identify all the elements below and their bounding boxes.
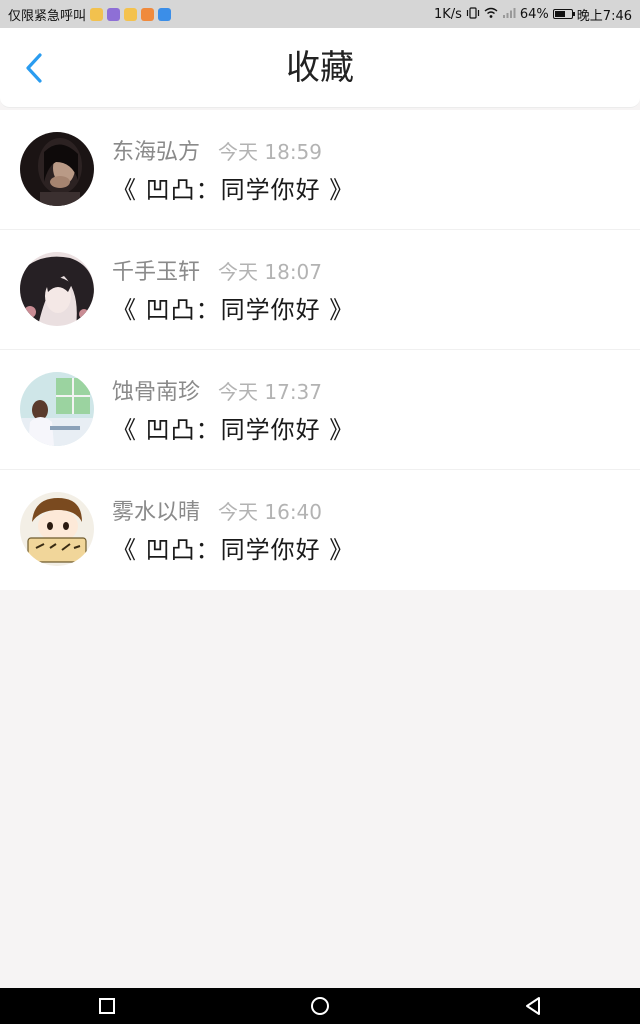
video-notification-icon [141, 7, 155, 21]
avatar[interactable] [20, 492, 94, 566]
post-time: 今天 18:07 [218, 260, 323, 284]
circle-home-icon [310, 997, 329, 1015]
item-meta: 雾水以晴 今天 16:40 [112, 494, 322, 526]
user-name: 蚀骨南珍 [112, 380, 201, 405]
cartoon-boy-avatar [20, 492, 94, 566]
item-meta: 蚀骨南珍 今天 17:37 [112, 374, 322, 406]
post-time: 今天 18:59 [218, 140, 323, 164]
carrier-text: 仅限紧急呼叫 [8, 8, 87, 24]
dark-portrait-avatar [20, 132, 94, 206]
battery-percent: 64% [519, 6, 549, 22]
browser-notification-icon [158, 7, 172, 21]
avatar[interactable] [20, 372, 94, 446]
status-right: 1K/s 64% 晚上7:46 [434, 5, 632, 24]
chat-notification-icon [90, 7, 104, 21]
wifi-icon [484, 7, 498, 21]
nav-back-button[interactable] [458, 988, 608, 1024]
post-title[interactable]: 《 凹凸：同学你好 》 [112, 170, 354, 205]
list-item[interactable]: 雾水以晴 今天 16:40 《 凹凸：同学你好 》 [0, 470, 640, 590]
window-scene-avatar [20, 372, 94, 446]
avatar[interactable] [20, 132, 94, 206]
post-time: 今天 16:40 [218, 500, 323, 524]
status-bar: 仅限紧急呼叫 1K/s 64% 晚上7:46 [0, 0, 640, 28]
post-time: 今天 17:37 [218, 380, 323, 404]
list-item[interactable]: 千手玉轩 今天 18:07 《 凹凸：同学你好 》 [0, 230, 640, 350]
system-nav-bar [0, 988, 640, 1024]
post-title[interactable]: 《 凹凸：同学你好 》 [112, 530, 354, 565]
net-speed: 1K/s [433, 6, 462, 22]
recent-apps-button[interactable] [32, 988, 182, 1024]
favorites-list: 东海弘方 今天 18:59 《 凹凸：同学你好 》 千手玉轩 今天 18:07 … [0, 110, 640, 590]
signal-icon [502, 7, 516, 21]
status-left: 仅限紧急呼叫 [8, 5, 172, 24]
avatar[interactable] [20, 252, 94, 326]
square-recent-apps-icon [98, 998, 115, 1014]
header: 收藏 [0, 28, 640, 108]
clock: 晚上7:46 [576, 8, 632, 24]
user-name: 东海弘方 [112, 140, 201, 165]
user-name: 千手玉轩 [112, 260, 201, 285]
post-title[interactable]: 《 凹凸：同学你好 》 [112, 290, 354, 325]
battery-icon [552, 9, 575, 19]
post-title[interactable]: 《 凹凸：同学你好 》 [112, 410, 354, 445]
list-item[interactable]: 蚀骨南珍 今天 17:37 《 凹凸：同学你好 》 [0, 350, 640, 470]
item-meta: 千手玉轩 今天 18:07 [112, 254, 322, 286]
app-notification-icon [107, 7, 121, 21]
vibrate-icon [466, 7, 480, 21]
list-item[interactable]: 东海弘方 今天 18:59 《 凹凸：同学你好 》 [0, 110, 640, 230]
battery-level-fill [554, 11, 565, 17]
home-button[interactable] [245, 988, 395, 1024]
user-name: 雾水以晴 [112, 500, 201, 525]
page-title: 收藏 [286, 48, 354, 88]
item-meta: 东海弘方 今天 18:59 [112, 134, 322, 166]
mail-notification-icon [124, 7, 138, 21]
triangle-back-icon [526, 997, 541, 1015]
sketch-portrait-avatar [20, 252, 94, 326]
